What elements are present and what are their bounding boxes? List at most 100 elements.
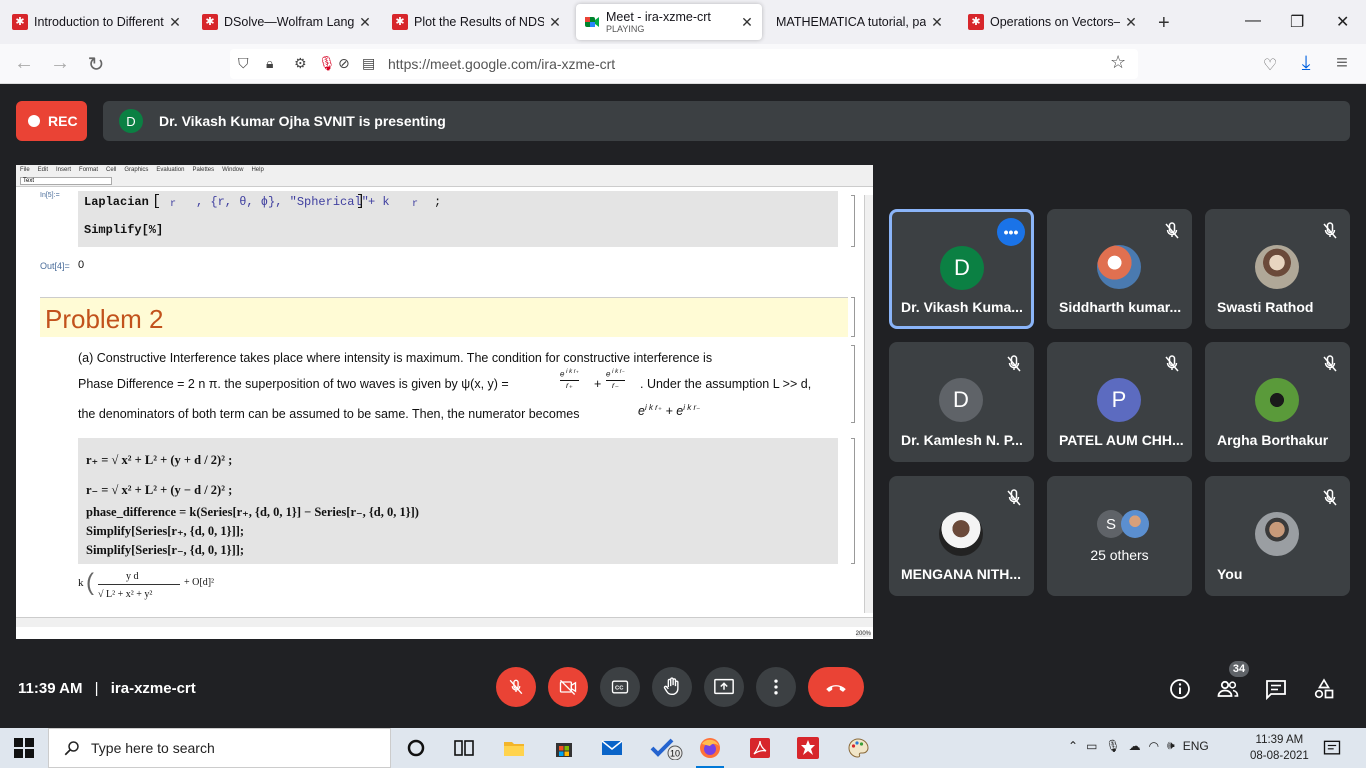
chevron-up-icon[interactable]: ⌃ — [1068, 739, 1078, 753]
close-icon[interactable]: ✕ — [1124, 14, 1138, 31]
cloud-icon[interactable]: ☁ — [1129, 739, 1141, 753]
tab-dsolve[interactable]: ✱ DSolve—Wolfram Langua ✕ — [194, 4, 380, 40]
participant-tile-siddharth[interactable]: Siddharth kumar... — [1047, 209, 1192, 329]
battery-icon[interactable]: ▭ — [1086, 739, 1097, 753]
participant-tile-vikash[interactable]: D ••• Dr. Vikash Kuma... — [889, 209, 1034, 329]
menu-graphics[interactable]: Graphics — [124, 167, 148, 173]
cell-bracket[interactable] — [851, 345, 855, 423]
cell-bracket[interactable] — [851, 195, 855, 247]
menu-window[interactable]: Window — [222, 167, 243, 173]
zoom-level[interactable]: 200% — [855, 631, 871, 637]
microphone-icon[interactable]: 🎙︎ — [1105, 739, 1120, 753]
wolfram-icon: ✱ — [12, 14, 28, 30]
shared-screen[interactable]: File Edit Insert Format Cell Graphics Ev… — [16, 165, 873, 639]
lock-icon[interactable]: 🔒︎ — [266, 55, 273, 72]
menu-insert[interactable]: Insert — [56, 167, 71, 173]
activities-icon[interactable] — [1312, 677, 1336, 701]
task-view-icon[interactable] — [452, 736, 476, 760]
tab-introduction[interactable]: ✱ Introduction to Differenti ✕ — [4, 4, 190, 40]
microphone-toggle-button[interactable] — [496, 667, 536, 707]
tab-plot-ndsolve[interactable]: ✱ Plot the Results of NDSol ✕ — [384, 4, 570, 40]
paint-icon[interactable] — [846, 736, 870, 760]
code-input-cell[interactable]: r₊ = √ x² + L² + (y + d / 2)² ; r₋ = √ x… — [78, 438, 838, 564]
section-cell[interactable]: Problem 2 — [40, 297, 848, 337]
bookmark-star-icon[interactable]: ☆ — [1110, 52, 1126, 73]
fraction-denominator: r — [170, 199, 177, 210]
close-icon[interactable]: ✕ — [740, 14, 754, 31]
horizontal-scrollbar[interactable] — [16, 617, 873, 627]
notifications-icon[interactable] — [1322, 738, 1342, 758]
chat-icon[interactable] — [1264, 677, 1288, 701]
participant-tile-patel[interactable]: P PATEL AUM CHH... — [1047, 342, 1192, 462]
file-explorer-icon[interactable] — [502, 736, 526, 760]
vertical-scrollbar[interactable] — [864, 195, 873, 613]
menu-icon[interactable]: ≡ — [1330, 52, 1354, 75]
menu-evaluation[interactable]: Evaluation — [156, 167, 184, 173]
acrobat-icon[interactable] — [748, 736, 772, 760]
avatar — [939, 512, 983, 556]
raise-hand-button[interactable] — [652, 667, 692, 707]
back-button[interactable]: ← — [12, 52, 36, 75]
wifi-icon[interactable]: ◠ — [1149, 739, 1159, 753]
volume-icon[interactable]: 🕪︎ — [1167, 738, 1175, 753]
new-tab-button[interactable]: + — [1158, 12, 1170, 35]
taskbar-clock[interactable]: 11:39 AM 08-08-2021 — [1250, 732, 1309, 764]
cell-bracket[interactable] — [851, 297, 855, 337]
input-cell[interactable]: Laplacian [ r , {r, θ, ϕ}, "Spherical" ]… — [78, 191, 838, 247]
permissions-icon[interactable]: ⚙ — [294, 55, 307, 72]
close-icon[interactable]: ✕ — [548, 14, 562, 31]
close-window-button[interactable]: ✕ — [1336, 12, 1349, 32]
more-options-button[interactable] — [756, 667, 796, 707]
leave-call-button[interactable] — [808, 667, 864, 707]
pocket-icon[interactable]: ♡ — [1258, 55, 1282, 75]
present-now-button[interactable] — [704, 667, 744, 707]
tab-operations-vectors[interactable]: ✱ Operations on Vectors—W ✕ — [960, 4, 1146, 40]
windows-start-icon[interactable] — [14, 738, 34, 758]
in-label: In[5]:= — [40, 192, 60, 199]
style-select[interactable]: Text — [20, 177, 112, 185]
downloads-icon[interactable]: ⤓ — [1294, 52, 1318, 75]
camera-blocked-icon[interactable]: ⊘ — [338, 55, 350, 72]
menu-edit[interactable]: Edit — [38, 167, 48, 173]
people-icon[interactable] — [1216, 677, 1240, 701]
minimize-button[interactable]: — — [1245, 12, 1261, 30]
tab-meet[interactable]: Meet - ira-xzme-crt PLAYING ✕ — [576, 4, 762, 40]
mic-off-icon — [1007, 489, 1021, 506]
tab-mathematica-tutorial[interactable]: MATHEMATICA tutorial, part 2 ✕ — [766, 4, 952, 40]
camera-toggle-button[interactable] — [548, 667, 588, 707]
menu-format[interactable]: Format — [79, 167, 98, 173]
participant-tile-others[interactable]: S 25 others — [1047, 476, 1192, 596]
mathematica-icon[interactable] — [796, 736, 820, 760]
reader-icon[interactable]: ▤ — [362, 55, 375, 72]
cortana-icon[interactable] — [404, 736, 428, 760]
microphone-icon[interactable]: 🎙︎ — [318, 55, 336, 72]
address-bar[interactable]: ⛉ 🔒︎ ⚙ 🎙︎ ⊘ ▤ https://meet.google.com/ir… — [230, 49, 1138, 79]
participant-tile-swasti[interactable]: Swasti Rathod — [1205, 209, 1350, 329]
restore-button[interactable]: ❐ — [1290, 12, 1304, 32]
more-options-icon[interactable]: ••• — [997, 218, 1025, 246]
close-icon[interactable]: ✕ — [168, 14, 182, 31]
menu-file[interactable]: File — [20, 167, 30, 173]
participant-tile-mengana[interactable]: MENGANA NITH... — [889, 476, 1034, 596]
participant-tile-argha[interactable]: Argha Borthakur — [1205, 342, 1350, 462]
close-icon[interactable]: ✕ — [930, 14, 944, 31]
participant-tile-you[interactable]: You — [1205, 476, 1350, 596]
mail-icon[interactable] — [600, 736, 624, 760]
menu-palettes[interactable]: Palettes — [192, 167, 214, 173]
forward-button[interactable]: → — [48, 52, 72, 75]
firefox-icon[interactable] — [698, 736, 722, 760]
captions-button[interactable]: CC — [600, 667, 640, 707]
taskbar-search-box[interactable]: Type here to search — [48, 728, 391, 768]
cell-bracket[interactable] — [851, 438, 855, 564]
reload-button[interactable]: ↻ — [84, 52, 108, 77]
todo-icon[interactable]: 10 — [650, 736, 686, 760]
participant-tile-kamlesh[interactable]: D Dr. Kamlesh N. P... — [889, 342, 1034, 462]
menu-cell[interactable]: Cell — [106, 167, 116, 173]
close-icon[interactable]: ✕ — [358, 14, 372, 31]
shield-icon[interactable]: ⛉ — [238, 55, 249, 72]
language-indicator[interactable]: ENG — [1183, 739, 1209, 753]
menu-help[interactable]: Help — [251, 167, 263, 173]
store-icon[interactable] — [552, 736, 576, 760]
recording-indicator[interactable]: REC — [16, 101, 87, 141]
meeting-details-icon[interactable] — [1168, 677, 1192, 701]
